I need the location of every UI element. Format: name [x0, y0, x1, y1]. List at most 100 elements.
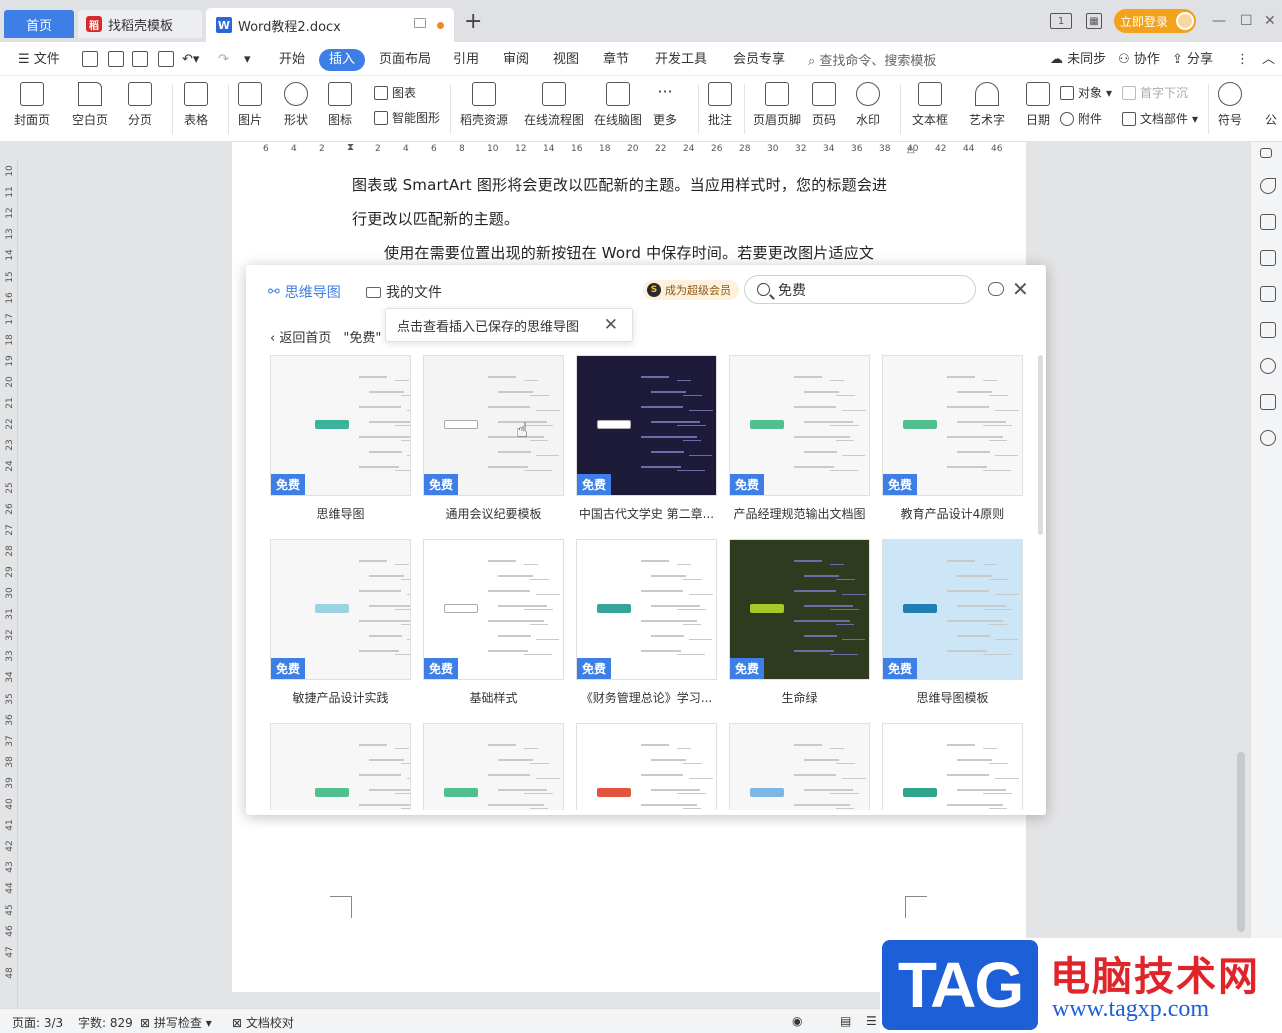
scrollbar-thumb[interactable] — [1237, 752, 1245, 932]
comment-button[interactable]: 批注 — [708, 82, 732, 128]
command-search[interactable]: ⌕ 查找命令、搜索模板 — [808, 50, 936, 69]
login-button[interactable]: 立即登录 — [1114, 9, 1196, 33]
menu-section[interactable]: 章节 — [603, 50, 629, 70]
drop-cap-button[interactable]: 首字下沉 — [1122, 84, 1188, 101]
menu-page-layout[interactable]: 页面布局 — [379, 50, 431, 70]
more-quick-icon[interactable]: ▾ — [244, 50, 251, 70]
template-thumbnail[interactable]: 免费 — [270, 539, 411, 680]
right-indent-marker-icon[interactable]: △ — [907, 144, 915, 155]
print-icon[interactable] — [132, 51, 148, 67]
page-view-icon[interactable]: ▤ — [840, 1014, 851, 1028]
save-icon[interactable] — [82, 51, 98, 67]
template-thumbnail[interactable]: 免费 ☝ — [423, 355, 564, 496]
horizontal-ruler[interactable]: 6 4 2 2 4 6 8 10 12 14 16 18 20 22 24 26 28 30 32 34 36 38 40 4… — [232, 142, 1026, 158]
page-indicator[interactable]: 页面: 3/3 — [12, 1014, 63, 1031]
grid-apps-icon[interactable]: ▦ — [1086, 9, 1102, 33]
template-thumbnail[interactable]: 免费 — [576, 539, 717, 680]
collaborate-button[interactable]: ⚇ 协作 — [1118, 50, 1160, 70]
help-icon[interactable] — [1260, 430, 1276, 446]
redo-icon[interactable]: ↷ — [218, 50, 229, 70]
new-tab-button[interactable]: + — [464, 11, 482, 33]
template-thumbnail[interactable]: 免费 — [423, 539, 564, 680]
shape-button[interactable]: 形状 — [284, 82, 308, 128]
watermark-button[interactable]: 水印 — [856, 82, 880, 128]
cover-page-button[interactable]: 封面页 — [14, 82, 50, 128]
sync-status[interactable]: ☁ 未同步 — [1050, 50, 1106, 70]
template-thumbnail[interactable]: 免费 — [729, 355, 870, 496]
file-menu[interactable]: ☰ 文件 — [18, 50, 60, 70]
menu-member[interactable]: 会员专享 — [733, 50, 785, 70]
template-thumbnail[interactable] — [576, 723, 717, 810]
template-thumbnail[interactable] — [882, 723, 1023, 810]
menu-review[interactable]: 审阅 — [503, 50, 529, 70]
back-home-link[interactable]: ‹ 返回首页 — [270, 327, 331, 346]
more-button[interactable]: ··· 更多 — [653, 82, 677, 128]
lightning-icon[interactable] — [1260, 358, 1276, 374]
blank-page-button[interactable]: 空白页 — [72, 82, 108, 128]
template-card[interactable] — [270, 723, 411, 810]
menu-developer[interactable]: 开发工具 — [655, 50, 707, 70]
tab-document[interactable]: W Word教程2.docx — [206, 8, 454, 42]
page-break-button[interactable]: 分页 — [128, 82, 152, 128]
template-card[interactable] — [576, 723, 717, 810]
layout-toggle-icon[interactable]: 1 — [1050, 9, 1072, 33]
template-card[interactable] — [882, 723, 1023, 810]
tab-my-files[interactable]: 我的文件 — [366, 282, 442, 302]
menu-start[interactable]: 开始 — [279, 50, 305, 70]
menu-view[interactable]: 视图 — [553, 50, 579, 70]
template-card[interactable]: 免费 基础样式 — [423, 539, 564, 706]
print-preview-icon[interactable] — [158, 51, 174, 67]
template-card[interactable]: 免费 思维导图 — [270, 355, 411, 522]
maximize-icon[interactable]: ☐ — [1240, 9, 1253, 33]
doc-proofread-toggle[interactable]: ⊠ 文档校对 — [232, 1014, 294, 1031]
template-card[interactable]: 免费 教育产品设计4原则 — [882, 355, 1023, 522]
symbol-button[interactable]: 符号 — [1218, 82, 1242, 128]
cursor-select-icon[interactable] — [1260, 250, 1276, 266]
online-flowchart-button[interactable]: 在线流程图 — [524, 82, 584, 128]
template-card[interactable]: 免费 敏捷产品设计实践 — [270, 539, 411, 706]
template-card[interactable]: 免费 中国古代文学史 第二章... — [576, 355, 717, 522]
close-tooltip-icon[interactable]: ✕ — [604, 315, 618, 335]
template-thumbnail[interactable] — [270, 723, 411, 810]
formula-button[interactable]: 公 — [1264, 82, 1278, 128]
indent-marker-icon[interactable]: ⧗ — [347, 142, 354, 153]
menu-insert[interactable]: 插入 — [319, 49, 366, 71]
template-card[interactable] — [729, 723, 870, 810]
template-thumbnail[interactable] — [423, 723, 564, 810]
outline-view-icon[interactable]: ☰ — [866, 1014, 877, 1028]
template-thumbnail[interactable]: 免费 — [882, 355, 1023, 496]
table-button[interactable]: 表格 — [184, 82, 208, 128]
textbox-button[interactable]: 文本框 — [912, 82, 948, 128]
spell-check-toggle[interactable]: ⊠ 拼写检查 ▾ — [140, 1014, 212, 1031]
template-thumbnail[interactable]: 免费 — [270, 355, 411, 496]
pen-icon[interactable] — [1260, 214, 1276, 230]
panel-toggle-icon[interactable] — [1260, 148, 1272, 158]
template-card[interactable] — [423, 723, 564, 810]
date-button[interactable]: 日期 — [1026, 82, 1050, 128]
feedback-chat-icon[interactable] — [988, 282, 1004, 296]
tab-home[interactable]: 首页 — [4, 10, 74, 38]
word-count[interactable]: 字数: 829 — [78, 1014, 133, 1031]
template-card[interactable]: 免费 生命绿 — [729, 539, 870, 706]
saved-mindmap-tooltip[interactable]: 点击查看插入已保存的思维导图 ✕ — [385, 308, 633, 342]
template-thumbnail[interactable] — [729, 723, 870, 810]
document-scrollbar[interactable] — [1234, 142, 1248, 1008]
adjust-sliders-icon[interactable] — [1260, 286, 1276, 302]
smart-graphic-button[interactable]: 智能图形 — [374, 109, 440, 126]
rocket-icon[interactable] — [1260, 178, 1276, 194]
dialog-scrollbar[interactable] — [1038, 355, 1043, 535]
tab-mindmap[interactable]: ⚯ 思维导图 — [268, 282, 341, 302]
object-button[interactable]: 对象 ▾ — [1060, 84, 1112, 101]
tab-daoke-templates[interactable]: 稻 找稻壳模板 — [78, 10, 202, 38]
template-search-input[interactable]: 免费 — [744, 275, 976, 304]
template-card[interactable]: 免费 思维导图模板 — [882, 539, 1023, 706]
book-icon[interactable] — [1260, 394, 1276, 410]
daoke-resources-button[interactable]: 稻壳资源 — [460, 82, 508, 128]
template-thumbnail[interactable]: 免费 — [882, 539, 1023, 680]
template-card[interactable]: 免费 《财务管理总论》学习... — [576, 539, 717, 706]
picture-button[interactable]: 图片 — [238, 82, 262, 128]
template-card[interactable]: 免费 ☝ 通用会议纪要模板 — [423, 355, 564, 522]
export-pdf-icon[interactable] — [108, 51, 124, 67]
template-card[interactable]: 免费 产品经理规范输出文档图 — [729, 355, 870, 522]
template-thumbnail[interactable]: 免费 — [729, 539, 870, 680]
